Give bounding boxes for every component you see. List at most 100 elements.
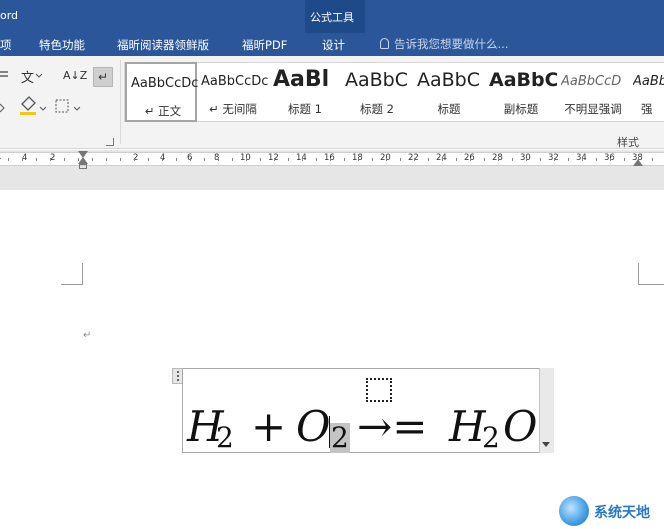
tab-foxit-reader[interactable]: 福昕阅读器领鲜版 [117, 37, 209, 53]
app-title: ord [0, 9, 19, 22]
equation-var-o: O [296, 402, 331, 451]
word-window: { "titlebar": { "app_title": "ord", "con… [0, 0, 664, 529]
indent-arrow-icon[interactable] [0, 103, 5, 113]
ruler-tick [596, 158, 597, 161]
style-heading-1[interactable]: AaBl 标题 1 [269, 62, 341, 122]
ruler-tick [414, 158, 415, 161]
ruler-tick [442, 158, 443, 161]
ruler-tick [554, 158, 555, 161]
lightbulb-icon [380, 38, 389, 49]
style-heading-2[interactable]: AaBbC 标题 2 [341, 62, 413, 122]
style-preview: AaBb [633, 74, 664, 89]
style-label: 标题 1 [288, 102, 322, 116]
style-label: 标题 2 [360, 102, 394, 116]
align-icon[interactable] [0, 71, 8, 77]
ruler-tick [190, 158, 191, 161]
style-subtitle[interactable]: AaBbC 副标题 [485, 62, 557, 122]
style-label: 不明显强调 [564, 102, 622, 116]
equation-subscript-selected[interactable]: 2 [330, 423, 350, 453]
style-preview: AaBl [273, 67, 330, 92]
style-subtle-emphasis[interactable]: AaBbCcD 不明显强调 [557, 62, 629, 122]
sort-button[interactable]: A↓Z [63, 69, 87, 82]
style-label: ↵ 无间隔 [209, 102, 257, 116]
style-label: 强 [641, 102, 653, 116]
tab-item[interactable]: 项 [0, 37, 12, 53]
style-normal[interactable]: AaBbCcDc ↵ 正文 [125, 62, 199, 122]
ruler-tick [428, 158, 429, 161]
show-marks-button[interactable]: ↵ [93, 67, 113, 87]
ruler-tick [498, 158, 499, 161]
paragraph-mark: ↵ [83, 330, 92, 341]
style-preview: AaBbCcD [561, 74, 622, 89]
ruler-tick [316, 158, 317, 161]
ruler-tick [64, 158, 65, 161]
style-preview: AaBbCcDc [131, 76, 199, 91]
ruler-tick [22, 158, 23, 161]
ruler-tick [540, 158, 541, 161]
document-page[interactable] [0, 190, 664, 529]
equation-var-o2: O [503, 402, 538, 451]
tab-design[interactable]: 设计 [322, 37, 345, 53]
tell-me-placeholder: 告诉我您想要做什么... [394, 37, 509, 51]
ruler-tick [246, 158, 247, 161]
ruler-tick [386, 158, 387, 161]
ruler-tick [274, 158, 275, 161]
ruler-tick [176, 158, 177, 161]
style-label: 副标题 [503, 102, 539, 116]
ruler-tick [358, 158, 359, 161]
ruler-tick [302, 158, 303, 161]
ruler-tick [218, 158, 219, 161]
svg-text:文: 文 [21, 71, 34, 86]
group-divider [120, 60, 121, 144]
ruler-tick [652, 158, 653, 161]
ruler-tick [148, 158, 149, 161]
style-preview: AaBbC [345, 69, 409, 91]
style-title[interactable]: AaBbC 标题 [413, 62, 485, 122]
equation-plus: + [251, 402, 287, 451]
style-label: ↵ 正文 [144, 104, 182, 118]
ruler-tick [260, 158, 261, 161]
ruler-tick [162, 158, 163, 161]
equation-arrow-equals: →= [357, 402, 428, 451]
tell-me-search[interactable]: 告诉我您想要做什么... [380, 36, 508, 52]
ruler-tick [372, 158, 373, 161]
crop-mark-left [61, 263, 83, 285]
style-label: 标题 [437, 102, 461, 116]
style-strong[interactable]: AaBb 强 [629, 62, 664, 122]
ruler-tick [344, 158, 345, 161]
ruler-tick [484, 158, 485, 161]
equation-tools-title: 公式工具 [310, 11, 354, 24]
equation-subscript: 2 [482, 421, 500, 454]
shading-icon[interactable] [20, 96, 47, 115]
ruler-tick [36, 158, 37, 161]
ruler-tick [512, 158, 513, 161]
equation-options-strip[interactable] [539, 368, 554, 453]
ruler-tick [92, 158, 93, 161]
ruler-tick [330, 158, 331, 161]
ruler-tick [582, 158, 583, 161]
ruler-number: 4 [0, 153, 1, 163]
paragraph-dialog-launcher[interactable] [106, 138, 114, 146]
ruler-tick [232, 158, 233, 161]
ruler-tick [8, 158, 9, 161]
ruler-tick [288, 158, 289, 161]
styles-group-label: 样式 [617, 136, 639, 149]
asian-layout-icon[interactable]: 文 [21, 71, 43, 86]
tab-special-features[interactable]: 特色功能 [39, 37, 85, 53]
style-no-spacing[interactable]: AaBbCcDc ↵ 无间隔 [197, 62, 269, 122]
tab-foxit-pdf[interactable]: 福昕PDF [242, 37, 287, 53]
ruler-tick [106, 158, 107, 161]
style-preview: AaBbC [417, 69, 481, 91]
equation-var-h2: H [449, 402, 486, 451]
right-indent-marker[interactable] [633, 159, 643, 166]
indent-marker[interactable] [78, 151, 88, 171]
equation-placeholder[interactable] [366, 378, 392, 402]
ruler-tick [50, 158, 51, 161]
equation-options-arrow-icon[interactable] [542, 442, 550, 447]
borders-icon[interactable] [55, 99, 81, 113]
watermark-logo-icon [559, 496, 589, 526]
style-preview: AaBbC [489, 69, 557, 91]
ruler-tick [470, 158, 471, 161]
ruler-tick [456, 158, 457, 161]
ruler-tick [624, 158, 625, 161]
